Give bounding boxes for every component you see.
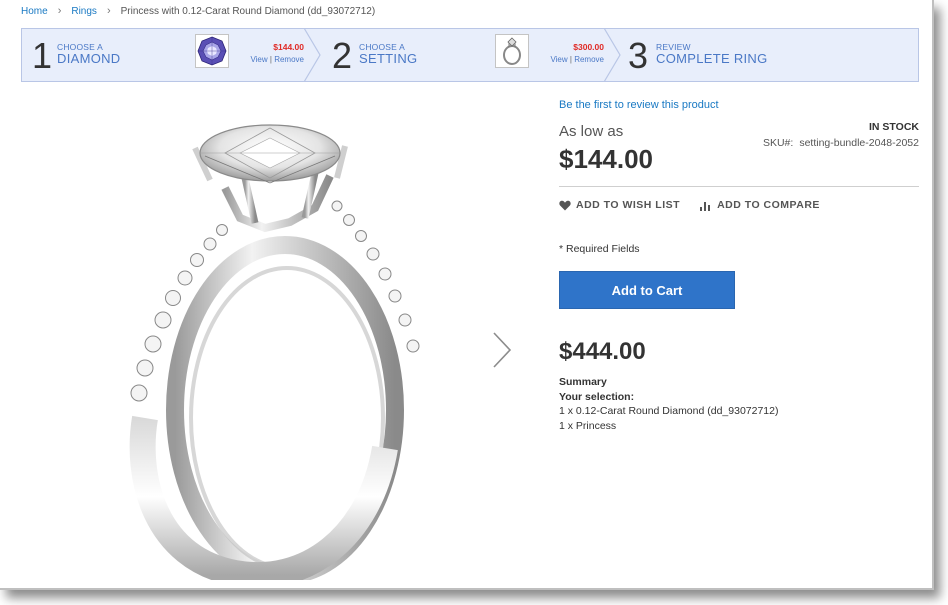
step-number: 3 (628, 35, 649, 76)
add-to-cart-button[interactable]: Add to Cart (559, 271, 735, 309)
ring-photo (129, 124, 420, 588)
chevron-right-icon: › (106, 5, 111, 17)
selection-item: 1 x Princess (559, 419, 617, 432)
chevron-right-icon: › (57, 5, 62, 17)
review-link[interactable]: Be the first to review this product (559, 99, 719, 111)
step-choose-setting[interactable]: 2 CHOOSE A SETTING $300.00 View | Remove (322, 28, 622, 82)
step-label: DIAMOND (57, 51, 121, 66)
breadcrumb-rings[interactable]: Rings (71, 6, 97, 17)
step-number: 2 (332, 35, 353, 76)
step-number: 1 (32, 35, 53, 76)
breadcrumb-home[interactable]: Home (21, 6, 48, 17)
step-price: $300.00 (573, 42, 604, 52)
diamond-icon (197, 36, 227, 66)
divider (559, 186, 919, 187)
wishlist-label: ADD TO WISH LIST (576, 199, 681, 211)
bundle-total-price: $444.00 (559, 338, 646, 365)
product-price: $144.00 (559, 144, 653, 174)
compare-label: ADD TO COMPARE (717, 199, 820, 211)
required-fields-note: * Required Fields (559, 243, 640, 255)
summary-title: Summary (559, 376, 607, 388)
remove-link[interactable]: Remove (574, 55, 604, 64)
breadcrumb: Home › Rings › Princess with 0.12-Carat … (21, 5, 375, 17)
ring-builder-steps: 1 CHOOSE A DIAMOND $144.00 View | Remove (21, 28, 919, 82)
ring-setting-icon (503, 37, 521, 65)
view-link[interactable]: View (250, 55, 267, 64)
chevron-right-icon (493, 332, 512, 368)
selection-item: 1 x 0.12-Carat Round Diamond (dd_9307271… (559, 405, 779, 417)
image-next-arrow[interactable] (490, 330, 514, 375)
add-to-compare-link[interactable]: ADD TO COMPARE (700, 199, 820, 211)
setting-thumbnail[interactable] (495, 34, 529, 68)
sku: SKU#: setting-bundle-2048-2052 (763, 137, 919, 149)
as-low-as-label: As low as (559, 123, 624, 140)
bar-chart-icon (700, 201, 711, 211)
step-links: View | Remove (550, 55, 604, 64)
selection-title: Your selection: (559, 390, 635, 403)
product-image (115, 118, 440, 588)
step-links: View | Remove (250, 55, 304, 64)
breadcrumb-current: Princess with 0.12-Carat Round Diamond (… (120, 5, 376, 17)
remove-link[interactable]: Remove (274, 55, 304, 64)
step-divider-chevron (304, 28, 321, 82)
step-review[interactable]: 3 REVIEW COMPLETE RING (622, 29, 918, 81)
step-choose-diamond[interactable]: 1 CHOOSE A DIAMOND $144.00 View | Remove (22, 28, 322, 82)
page-frame: Home › Rings › Princess with 0.12-Carat … (0, 0, 934, 590)
diamond-thumbnail[interactable] (195, 34, 229, 68)
product-actions: ADD TO WISH LIST ADD TO COMPARE (559, 199, 820, 211)
stock-status: IN STOCK (869, 121, 919, 133)
step-divider-chevron (604, 28, 621, 82)
add-to-wishlist-link[interactable]: ADD TO WISH LIST (559, 199, 680, 211)
view-link[interactable]: View (550, 55, 567, 64)
product-info: Be the first to review this product As l… (559, 95, 919, 432)
step-label: SETTING (359, 51, 418, 66)
sku-label: SKU#: (762, 137, 794, 149)
bundle-summary: Summary Your selection: 1 x 0.12-Carat R… (559, 375, 778, 433)
step-label: COMPLETE RING (656, 51, 768, 66)
sku-value: setting-bundle-2048-2052 (799, 137, 919, 149)
heart-icon (559, 200, 571, 210)
step-price: $144.00 (273, 42, 304, 52)
